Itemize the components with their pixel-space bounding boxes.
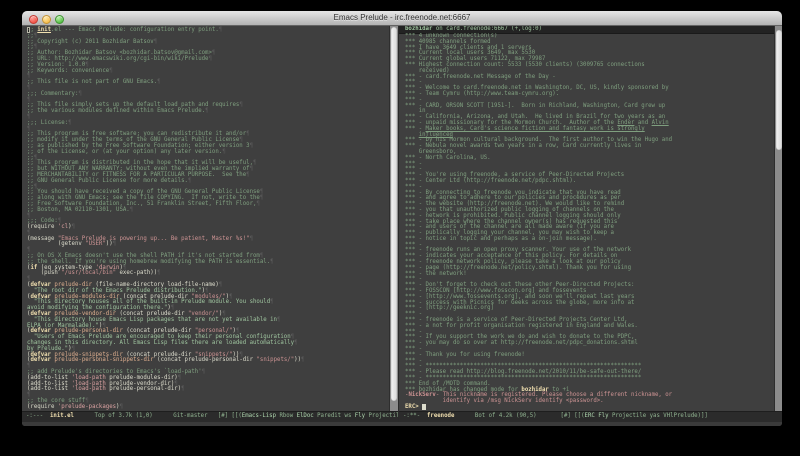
init-el-buffer-text[interactable]: ;; init.el --- Emacs Prelude: configurat…: [22, 26, 389, 412]
newline-mark: ¶: [157, 79, 160, 85]
newline-mark: ¶: [270, 259, 273, 265]
newline-mark: ¶: [277, 317, 280, 323]
newline-mark: ¶: [222, 149, 225, 155]
newline-mark: ¶: [239, 102, 242, 108]
newline-mark: ¶: [246, 172, 249, 178]
init-el-modeline[interactable]: -:--- init.el Top of 3.7k (1,0) Git-mast…: [22, 411, 398, 422]
newline-mark: ¶: [130, 207, 133, 213]
newline-mark: ¶: [202, 369, 205, 375]
right-scrollbar-thumb[interactable]: [776, 30, 782, 150]
newline-mark: ¶: [205, 108, 208, 114]
newline-mark: ¶: [270, 299, 273, 305]
newline-mark: ¶: [294, 340, 297, 346]
window-titlebar[interactable]: Emacs Prelude - irc.freenode.net:6667: [22, 11, 782, 26]
newline-mark: ¶: [113, 241, 116, 247]
newline-mark: ¶: [250, 166, 253, 172]
right-scrollbar[interactable]: [774, 26, 782, 412]
newline-mark: ¶: [154, 39, 157, 45]
modeline-text: -:**- freenode Bot of 4.2k (90,5) [#] [[…: [403, 412, 782, 418]
window-title: Emacs Prelude - irc.freenode.net:6667: [22, 13, 782, 22]
newline-mark: ¶: [212, 50, 215, 56]
newline-mark: ¶: [260, 195, 263, 201]
newline-mark: ¶: [157, 270, 160, 276]
newline-mark: ¶: [178, 375, 181, 381]
minibuffer-echo-area[interactable]: [22, 422, 782, 426]
newline-mark: ¶: [246, 131, 249, 137]
newline-mark: ¶: [109, 68, 112, 74]
newline-mark: ¶: [188, 178, 191, 184]
erc-modeline[interactable]: -:**- freenode Bot of 4.2k (90,5) [#] [[…: [399, 411, 782, 422]
newline-mark: ¶: [250, 236, 253, 242]
newline-mark: ¶: [68, 120, 71, 126]
newline-mark: ¶: [78, 91, 81, 97]
newline-mark: ¶: [253, 160, 256, 166]
newline-mark: ¶: [181, 386, 184, 392]
newline-mark: ¶: [119, 404, 122, 410]
window-init-el: ;; init.el --- Emacs Prelude: configurat…: [22, 26, 398, 422]
left-scrollbar[interactable]: [389, 26, 398, 412]
newline-mark: ¶: [250, 143, 253, 149]
newline-mark: ¶: [219, 282, 222, 288]
code-line: (require 'prelude-packages)¶: [27, 405, 389, 411]
erc-buffer-text[interactable]: *** 4 unknown connection(s)*** 40985 cha…: [399, 33, 774, 412]
irc-line: ERC>: [405, 405, 774, 411]
emacs-window: Emacs Prelude - irc.freenode.net:6667 ;;…: [22, 11, 782, 426]
newline-mark: ¶: [219, 27, 222, 33]
newline-mark: ¶: [301, 357, 304, 363]
header-line-text: bozhidar on card.freenode:6667 (+,log:0): [405, 26, 782, 32]
emacs-frame: ;; init.el --- Emacs Prelude: configurat…: [22, 26, 782, 426]
newline-mark: ¶: [256, 201, 259, 207]
newline-mark: ¶: [72, 224, 75, 230]
left-scrollbar-thumb[interactable]: [391, 27, 397, 401]
window-erc-freenode: bozhidar on card.freenode:6667 (+,log:0)…: [398, 26, 782, 422]
newline-mark: ¶: [208, 56, 211, 62]
desktop: Emacs Prelude - irc.freenode.net:6667 ;;…: [0, 0, 800, 456]
modeline-text: -:--- init.el Top of 3.7k (1,0) Git-mast…: [26, 412, 398, 418]
